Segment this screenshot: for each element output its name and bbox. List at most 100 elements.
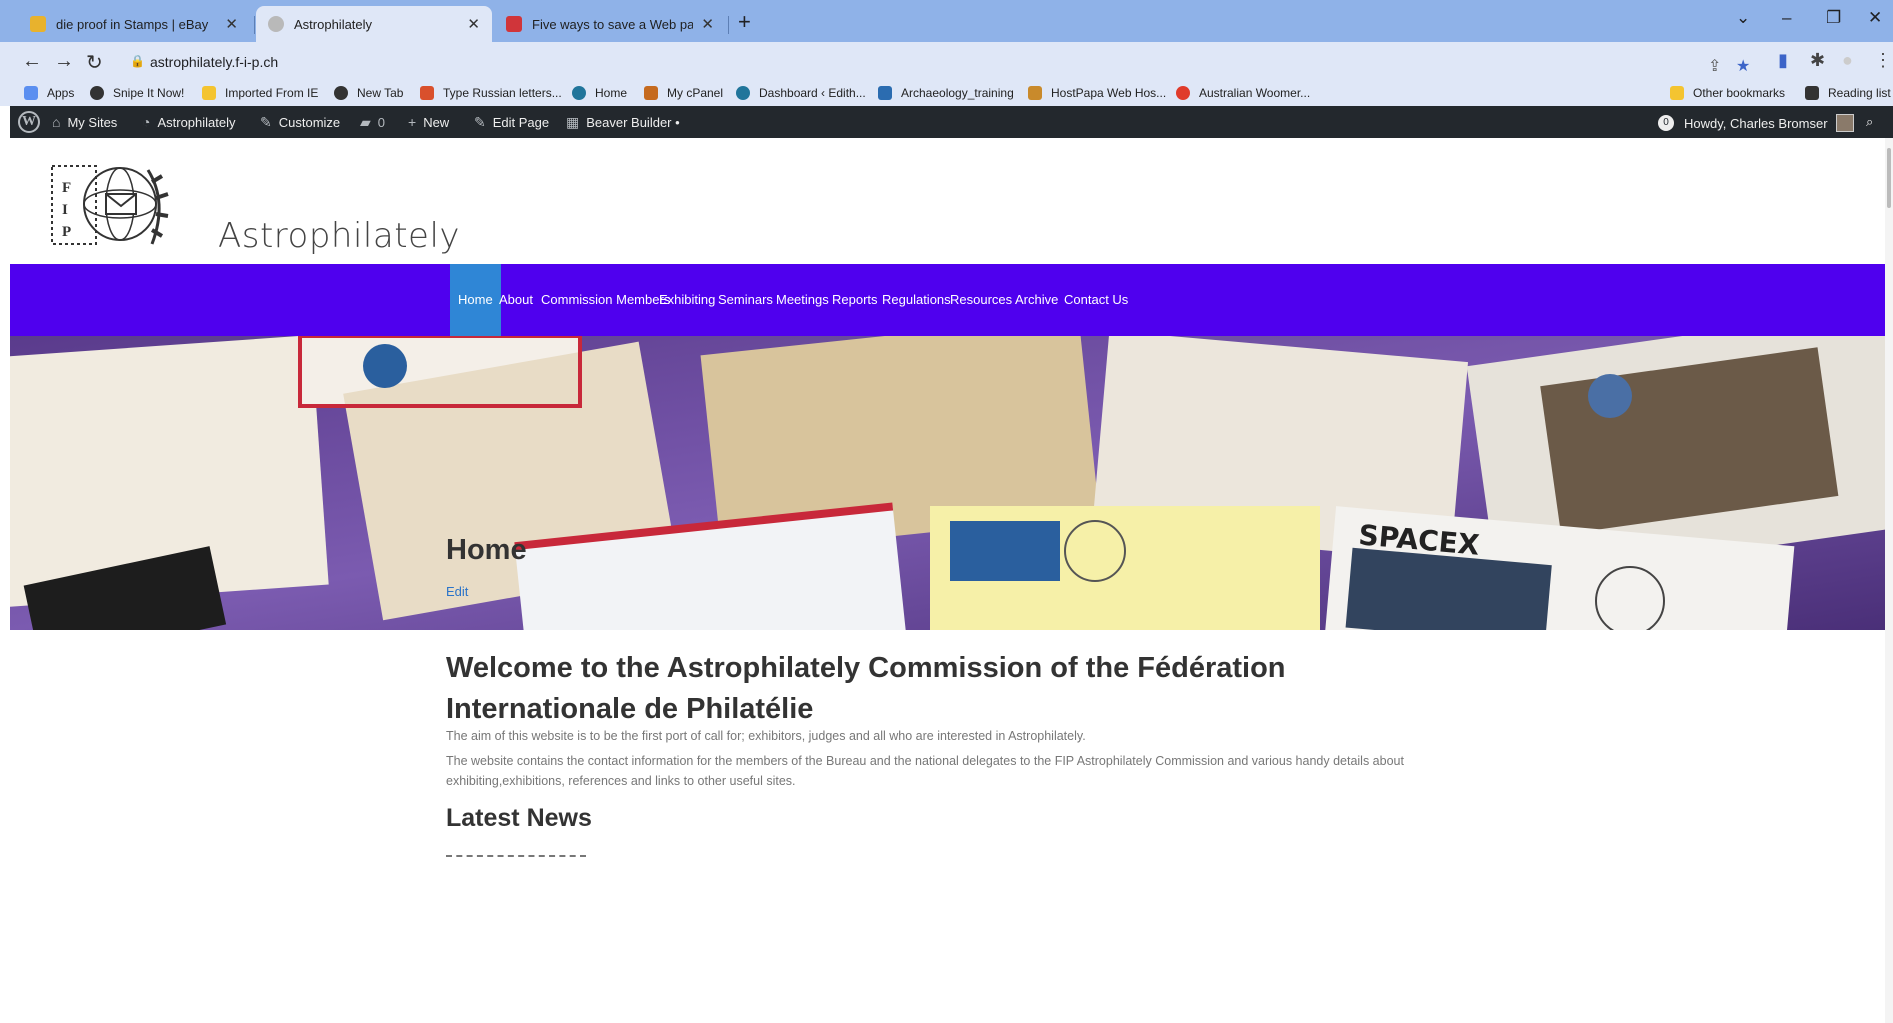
tab-five-ways[interactable]: Five ways to save a Web page -  ✕	[494, 6, 726, 42]
training-icon	[878, 86, 892, 100]
ebay-favicon-icon	[30, 16, 46, 32]
bookmark-home[interactable]: Home	[572, 86, 627, 100]
share-icon[interactable]: ⇪	[1708, 56, 1721, 76]
bookmark-reading-list[interactable]: Reading list	[1805, 86, 1891, 100]
back-icon[interactable]: ←	[22, 50, 42, 73]
edit-link[interactable]: Edit	[446, 584, 468, 599]
header-banner-image: SPACEX	[10, 336, 1885, 630]
browser-toolbar: ← → ↻ 🔒 astrophilately.f-i-p.ch ⇪ ★ ▮ ✱ …	[0, 42, 1893, 82]
tab-title: die proof in Stamps | eBay	[56, 16, 209, 32]
page-scrollbar[interactable]	[1885, 138, 1893, 1023]
customize-link[interactable]: ✎ Customize	[260, 114, 340, 131]
bookmark-label: Reading list	[1828, 86, 1891, 100]
close-icon[interactable]: ✕	[467, 15, 480, 33]
extension-icon[interactable]: ▮	[1778, 50, 1788, 71]
my-sites-label: My Sites	[67, 114, 118, 130]
sites-icon: ⌂	[52, 114, 61, 130]
bookmark-woomera[interactable]: Australian Woomer...	[1176, 86, 1310, 100]
howdy-label: Howdy, Charles Bromser	[1684, 115, 1828, 131]
bookmark-label: Other bookmarks	[1693, 86, 1786, 100]
bookmark-label: Type Russian letters...	[443, 86, 562, 100]
minimize-icon[interactable]: –	[1782, 8, 1791, 28]
tab-astrophilately[interactable]: Astrophilately ✕	[256, 6, 492, 42]
tab-divider	[728, 16, 729, 34]
bookmark-imported[interactable]: Imported From IE	[202, 86, 318, 100]
folder-icon	[1670, 86, 1684, 100]
window-close-icon[interactable]: ✕	[1868, 8, 1882, 28]
comment-icon: ▰	[360, 114, 371, 130]
builder-icon: ▦	[566, 114, 580, 130]
page-title: Home	[446, 534, 527, 566]
bookmark-star-icon[interactable]: ★	[1736, 56, 1750, 76]
description-paragraph: The website contains the contact informa…	[446, 754, 1404, 788]
close-icon[interactable]: ✕	[701, 15, 714, 33]
folder-icon	[202, 86, 216, 100]
reading-list-icon	[1805, 86, 1819, 100]
bookmark-new-tab[interactable]: New Tab	[334, 86, 403, 100]
site-title[interactable]: Astrophilately	[218, 216, 460, 256]
wordpress-logo-icon[interactable]: W	[18, 111, 40, 133]
bookmark-hostpapa[interactable]: HostPapa Web Hos...	[1028, 86, 1166, 100]
divider	[446, 855, 586, 857]
profile-icon[interactable]: ●	[1842, 50, 1853, 71]
restore-icon[interactable]: ❐	[1826, 8, 1841, 28]
bookmarks-bar: Apps Snipe It Now! Imported From IE New …	[0, 82, 1893, 106]
site-menu[interactable]: ◔ Astrophilately	[142, 114, 236, 130]
search-icon[interactable]: ⌕	[1866, 114, 1873, 130]
site-logo[interactable]: F I P Astrophilately	[48, 152, 460, 262]
reload-icon[interactable]: ↻	[86, 50, 103, 75]
bookmark-snipe[interactable]: Snipe It Now!	[90, 86, 184, 100]
nav-contact-us[interactable]: Contact Us	[1056, 264, 1136, 336]
dashboard-icon: ◔	[142, 114, 151, 130]
web-page: F I P Astrophilately Home About Commissi…	[10, 138, 1885, 1023]
welcome-heading: Welcome to the Astrophilately Commission…	[446, 652, 1286, 725]
svg-text:P: P	[62, 224, 71, 240]
comments-link[interactable]: ▰ 0	[360, 114, 385, 131]
beaver-label: Beaver Builder •	[586, 115, 680, 130]
globe-icon	[334, 86, 348, 100]
tab-ebay[interactable]: die proof in Stamps | eBay ✕	[18, 6, 250, 42]
tab-divider	[254, 16, 255, 34]
new-content-menu[interactable]: + New	[408, 114, 449, 130]
fip-logo-icon: F I P	[51, 165, 169, 245]
forward-icon[interactable]: →	[54, 50, 74, 73]
beaver-builder-menu[interactable]: ▦ Beaver Builder •	[566, 114, 680, 131]
bookmark-dashboard[interactable]: Dashboard ‹ Edith...	[736, 86, 866, 100]
bookmark-cpanel[interactable]: My cPanel	[644, 86, 723, 100]
bookmark-label: Archaeology_training	[901, 86, 1014, 100]
site-label: Astrophilately	[157, 114, 236, 130]
extensions-puzzle-icon[interactable]: ✱	[1810, 50, 1825, 71]
svg-text:I: I	[62, 202, 68, 218]
pencil-icon: ✎	[474, 114, 486, 130]
brush-icon: ✎	[260, 114, 272, 130]
my-sites-menu[interactable]: ⌂ My Sites	[52, 114, 117, 130]
notification-badge[interactable]: 0	[1658, 115, 1674, 131]
apps-grid-icon	[24, 86, 38, 100]
avatar	[1835, 114, 1854, 132]
edit-page-link[interactable]: ✎ Edit Page	[474, 114, 549, 131]
comments-count: 0	[377, 115, 386, 130]
wp-admin-bar: W ⌂ My Sites ◔ Astrophilately ✎ Customize ▰…	[10, 106, 1893, 138]
cpanel-icon	[644, 86, 658, 100]
tab-strip: die proof in Stamps | eBay ✕ Astrophilat…	[0, 0, 1893, 42]
astrophilately-favicon-icon	[268, 16, 284, 32]
cnet-favicon-icon	[506, 16, 522, 32]
menu-icon[interactable]: ⋮	[1874, 50, 1892, 71]
close-icon[interactable]: ✕	[225, 15, 238, 33]
bookmark-label: Australian Woomer...	[1199, 86, 1311, 100]
address-bar[interactable]: 🔒 astrophilately.f-i-p.ch ⇪ ★	[118, 46, 1758, 78]
bookmark-archaeology[interactable]: Archaeology_training	[878, 86, 1014, 100]
tab-search-icon[interactable]: ⌄	[1736, 8, 1750, 28]
account-menu[interactable]: 0 Howdy, Charles Bromser	[1658, 114, 1854, 132]
plus-icon: +	[408, 114, 417, 130]
new-tab-icon[interactable]: +	[738, 9, 751, 35]
main-navigation: Home About Commission Members Exhibiting…	[10, 264, 1885, 336]
tab-title: Five ways to save a Web page - 	[532, 16, 694, 32]
scrollbar-thumb[interactable]	[1887, 148, 1891, 208]
bookmark-apps[interactable]: Apps	[24, 86, 74, 100]
bookmark-label: Imported From IE	[225, 86, 319, 100]
stamps-collage-image: SPACEX	[10, 336, 1885, 630]
bookmark-russian[interactable]: Type Russian letters...	[420, 86, 562, 100]
hostpapa-icon	[1028, 86, 1042, 100]
bookmark-other[interactable]: Other bookmarks	[1670, 86, 1785, 100]
